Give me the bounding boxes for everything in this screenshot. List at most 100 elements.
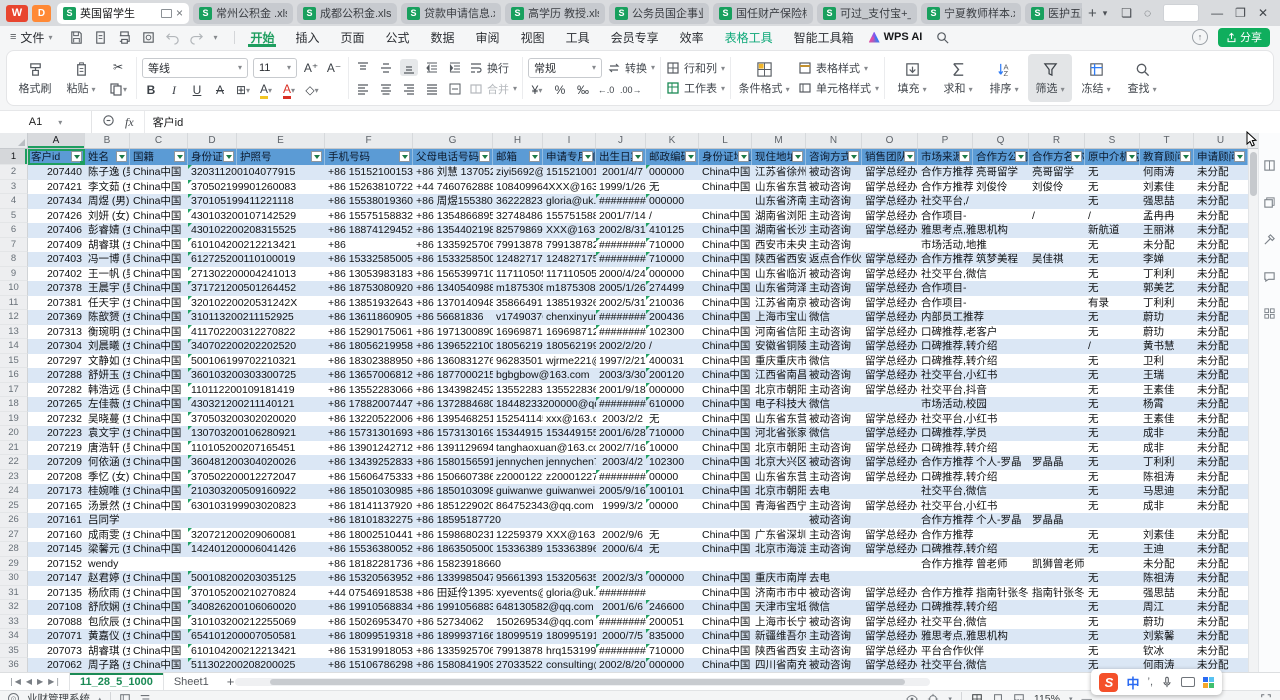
column-header-B[interactable]: B (85, 133, 130, 148)
filter-dropdown-icon[interactable] (738, 151, 749, 162)
cell[interactable]: 411702200312270822 (188, 325, 325, 340)
system-caret-icon[interactable]: ▴ (98, 695, 102, 700)
cell[interactable]: 430321200211140121 (188, 397, 325, 412)
cell[interactable]: China中国 (699, 252, 752, 267)
cell[interactable]: 留学总经办 (862, 615, 918, 630)
cell[interactable]: 丁利利 (1140, 296, 1194, 311)
cell[interactable]: 无 (1085, 383, 1140, 398)
cell[interactable]: 社交平台,小红书 (918, 499, 1085, 514)
name-box[interactable]: A1 ▾ (0, 111, 92, 133)
cell[interactable]: 370503200302020020 (188, 412, 325, 427)
cell[interactable]: 207223 (28, 426, 85, 441)
menu-item-审阅[interactable]: 审阅 (474, 28, 502, 47)
cell[interactable]: 362228235@qq.com (493, 194, 543, 209)
cell[interactable]: 207369 (28, 310, 85, 325)
decrease-font-icon[interactable]: A⁻ (325, 59, 343, 76)
cell[interactable]: 210036 (646, 296, 699, 311)
row-number[interactable]: 20 (0, 426, 28, 441)
cell[interactable]: 32010220020531242X (188, 296, 325, 311)
cell[interactable]: 未分配 (1194, 586, 1248, 601)
row-number[interactable]: 31 (0, 586, 28, 601)
cell[interactable]: 王丽淋 (1140, 223, 1194, 238)
cell[interactable]: 王迪 (1140, 542, 1194, 557)
cell[interactable]: 个人-罗晶 (973, 513, 1029, 528)
cell[interactable]: 630103199903020823 (188, 499, 325, 514)
cell[interactable]: China中国 (699, 455, 752, 470)
row-number[interactable]: 25 (0, 499, 28, 514)
cell[interactable]: China中国 (130, 165, 188, 180)
row-number[interactable]: 4 (0, 194, 28, 209)
cell[interactable]: 207165 (28, 499, 85, 514)
cell[interactable]: 340826200106060020 (188, 600, 325, 615)
cell[interactable]: 未分配 (1194, 644, 1248, 659)
cell[interactable]: +86 15106786298 (325, 658, 413, 672)
cell[interactable]: +86 15575158832 (325, 209, 413, 224)
cell[interactable]: 310103200212255069 (188, 615, 325, 630)
cell[interactable]: 被动咨询 (806, 615, 862, 630)
cell[interactable]: +44 7460762888 (413, 180, 493, 195)
cell[interactable]: 山东省东营市 (752, 412, 806, 427)
cell[interactable]: 冯一博 (男) (85, 252, 130, 267)
cell[interactable]: 169698712@qq.com (493, 325, 543, 340)
cell[interactable]: 799138782@qq.com (493, 238, 543, 253)
cell[interactable]: 北京市朝阳区 (752, 441, 806, 456)
cell[interactable]: 340702200202202520 (188, 339, 325, 354)
document-tab[interactable]: S常州公积金 .xlsx (193, 3, 293, 24)
cell[interactable]: 207381 (28, 296, 85, 311)
cell[interactable]: 未分配 (1194, 223, 1248, 238)
cell[interactable]: 2003/3/30 (596, 368, 646, 383)
cell[interactable]: China中国 (130, 281, 188, 296)
cell[interactable]: 留学总经办 (862, 426, 918, 441)
underline-button[interactable]: U (188, 82, 206, 99)
cell[interactable]: 主动咨询 (806, 499, 862, 514)
cell[interactable]: guiwanwei@163.com (543, 484, 596, 499)
cell[interactable]: 000000 (646, 194, 752, 209)
cell[interactable]: 留学总经办 (862, 455, 918, 470)
cell[interactable]: 口碑推荐,转介绍 (918, 339, 1085, 354)
cell[interactable]: 主动咨询 (806, 281, 862, 296)
font-size-select[interactable]: 11▾ (253, 58, 297, 78)
cell[interactable]: China中国 (699, 281, 752, 296)
header-cell[interactable]: 父母电话号码 (413, 149, 493, 165)
cell[interactable]: 口碑推荐,转介绍 (918, 441, 1085, 456)
cell[interactable]: 彭睿婧 (女) (85, 223, 130, 238)
cell[interactable]: 未分配 (1194, 267, 1248, 282)
cell[interactable]: 返点合作伙伴 (806, 252, 862, 267)
cell[interactable]: China中国 (130, 325, 188, 340)
cell[interactable]: 2002/2/20 (596, 339, 646, 354)
ime-mode-chinese[interactable]: 中 (1126, 673, 1139, 692)
column-header-G[interactable]: G (413, 133, 493, 148)
cell[interactable]: +86 15538019360 (325, 194, 413, 209)
minimize-button[interactable]: — (1211, 7, 1223, 19)
cell[interactable]: chenxinyun@163.com (543, 310, 596, 325)
cell[interactable]: +86 13611860905 (325, 310, 413, 325)
cell[interactable]: / (1085, 209, 1140, 224)
cell[interactable]: 207161 (28, 513, 85, 528)
header-cell[interactable]: 护照号 (237, 149, 325, 165)
cell[interactable]: 北京大兴区 (752, 455, 806, 470)
cell[interactable]: 留学总经办 (862, 629, 918, 644)
cell[interactable]: 102300 (646, 325, 699, 340)
comment-panel-icon[interactable] (1263, 270, 1276, 283)
cell[interactable]: 留学总经办 (862, 383, 918, 398)
cell[interactable]: 710000 (646, 426, 699, 441)
cell[interactable]: 主动咨询 (806, 441, 862, 456)
cell[interactable]: 27033522@qq.com (493, 658, 543, 672)
table-style-button[interactable]: 表格样式▾ (798, 60, 879, 76)
cell[interactable]: 河南省信阳市 (752, 325, 806, 340)
cell[interactable]: 310113200211152925 (188, 310, 325, 325)
merge-cells-button[interactable]: 合并▾ (469, 81, 517, 97)
cell[interactable]: 未分配 (1194, 571, 1248, 586)
menu-item-效率[interactable]: 效率 (678, 28, 706, 47)
cell[interactable]: 207403 (28, 252, 85, 267)
cell[interactable]: 370502199901260083 (188, 180, 325, 195)
cell[interactable]: China中国 (699, 542, 752, 557)
cell[interactable]: +86 18141137920 (325, 499, 413, 514)
cell[interactable]: 陕西省西安市 (752, 644, 806, 659)
cell[interactable]: 612725200110100019 (188, 252, 325, 267)
filter-dropdown-icon[interactable] (174, 151, 185, 162)
cell[interactable]: 610104200212213421 (188, 238, 325, 253)
cell[interactable]: 135522836@qq.com (543, 383, 596, 398)
cell[interactable]: 371721200501264452 (188, 281, 325, 296)
cell[interactable]: China中国 (699, 470, 752, 485)
